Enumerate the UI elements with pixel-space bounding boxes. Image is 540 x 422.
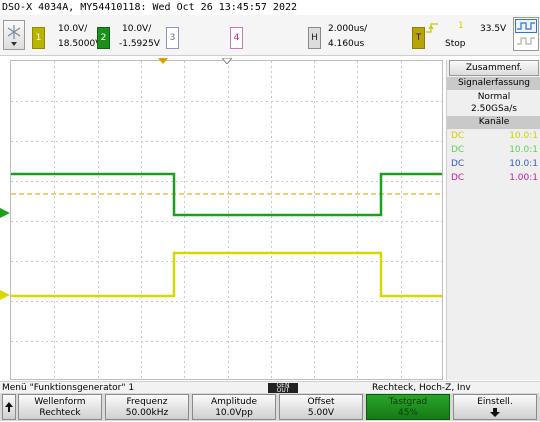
- frequency-softkey[interactable]: Frequenz 50.00kHz: [105, 394, 189, 420]
- window-title: DSO-X 4034A, MY54410118: Wed Oct 26 13:4…: [2, 2, 298, 13]
- up-arrow-icon: [5, 402, 13, 412]
- channel-2-button[interactable]: 2: [97, 27, 110, 49]
- channel-4-probe: 1.00:1: [509, 173, 538, 183]
- trigger-button[interactable]: T: [412, 27, 425, 49]
- snowflake-icon: [7, 25, 21, 39]
- channel-2-ground-marker: [0, 208, 10, 218]
- channel-1-scale: 10.0V/: [58, 24, 88, 34]
- offset-softkey[interactable]: Offset 5.00V: [279, 394, 363, 420]
- channel-3-row: DC 10.0:1: [447, 158, 540, 171]
- back-button[interactable]: [2, 394, 16, 420]
- delay-marker: [222, 58, 232, 64]
- offset-softkey-label: Offset: [307, 397, 335, 407]
- acquisition-header: Signalerfassung: [447, 77, 540, 90]
- timebase-scale: 2.000us/: [328, 24, 368, 34]
- trigger-level: 33.5V: [480, 24, 507, 34]
- frequency-softkey-label: Frequenz: [126, 397, 168, 407]
- autoscale-button[interactable]: [513, 17, 539, 51]
- waveform-icon-disabled: [517, 37, 535, 45]
- gen-out-badge: GEN OUT: [268, 383, 298, 394]
- frequency-softkey-value: 50.00kHz: [125, 408, 169, 418]
- amplitude-softkey-label: Amplitude: [210, 397, 258, 407]
- channel-1-row: DC 10.0:1: [447, 130, 540, 143]
- trigger-edge-icon: [426, 23, 438, 33]
- channel-4-coupling: DC: [451, 173, 465, 183]
- timebase-delay: 4.160us: [328, 39, 365, 49]
- sample-rate: 2.50GSa/s: [471, 104, 517, 114]
- trigger-source: 1: [458, 21, 464, 31]
- channel-1-offset: 18.5000V: [58, 39, 102, 49]
- channel-3-probe: 10.0:1: [509, 159, 538, 169]
- submenu-down-arrow-icon: [490, 408, 500, 417]
- duty-cycle-softkey-value: 45%: [397, 408, 418, 418]
- settings-softkey[interactable]: Einstell.: [453, 394, 537, 420]
- channel-1-ground-marker: [0, 290, 10, 300]
- home-button[interactable]: [3, 20, 25, 50]
- channel-2-probe: 10.0:1: [509, 145, 538, 155]
- channel-2-scale: 10.0V/: [122, 24, 152, 34]
- offset-softkey-value: 5.00V: [307, 408, 335, 418]
- waveform-softkey[interactable]: Wellenform Rechteck: [18, 394, 102, 420]
- channel-status-bar: 1 10.0V/ 18.5000V 2 10.0V/ -1.5925V 3 4 …: [0, 15, 540, 56]
- acquisition-mode: Normal: [477, 92, 511, 102]
- channel-2-coupling: DC: [451, 145, 465, 155]
- settings-softkey-label: Einstell.: [477, 397, 513, 407]
- duty-cycle-softkey-label: Tastgrad: [388, 397, 428, 407]
- graticule: [11, 61, 442, 379]
- channel-1-coupling: DC: [451, 131, 465, 141]
- amplitude-softkey[interactable]: Amplitude 10.0Vpp: [192, 394, 276, 420]
- waveform-icon: [515, 19, 537, 33]
- channels-header: Kanäle: [447, 116, 540, 129]
- horizontal-button[interactable]: H: [308, 27, 321, 49]
- channel-3-button[interactable]: 3: [166, 27, 179, 49]
- channel-1-probe: 10.0:1: [509, 131, 538, 141]
- waveform-softkey-value: Rechteck: [39, 408, 81, 418]
- side-panel: Zusammenf. Signalerfassung Normal 2.50GS…: [446, 60, 540, 380]
- channel-3-coupling: DC: [451, 159, 465, 169]
- channel-4-row: DC 1.00:1: [447, 172, 540, 185]
- softkey-bar: Wellenform Rechteck Frequenz 50.00kHz Am…: [0, 393, 540, 421]
- duty-cycle-softkey[interactable]: Tastgrad 45%: [366, 394, 450, 420]
- channel-1-button[interactable]: 1: [32, 27, 45, 49]
- waveform-display[interactable]: [10, 60, 443, 380]
- zoom-summary-button[interactable]: Zusammenf.: [449, 60, 539, 76]
- channel-2-offset: -1.5925V: [119, 39, 160, 49]
- chevron-down-icon: [11, 42, 17, 46]
- channel-1-waveform: [11, 251, 442, 298]
- trigger-position-marker: [158, 58, 168, 64]
- amplitude-softkey-value: 10.0Vpp: [215, 408, 253, 418]
- channel-2-row: DC 10.0:1: [447, 144, 540, 157]
- acquisition-status: Stop: [445, 39, 466, 49]
- waveform-softkey-label: Wellenform: [34, 397, 86, 407]
- channel-4-button[interactable]: 4: [230, 27, 243, 49]
